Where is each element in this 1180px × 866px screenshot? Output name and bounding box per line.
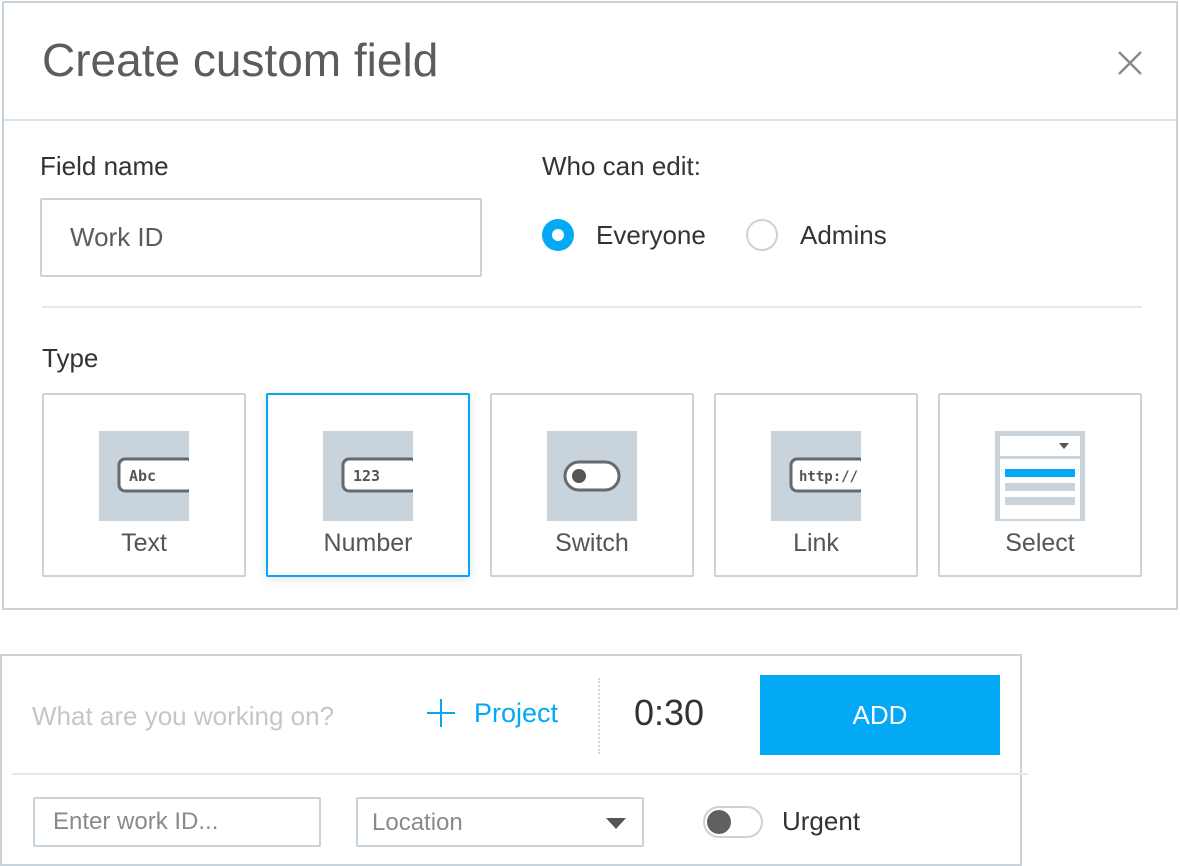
- radio-selected-icon: [542, 219, 574, 251]
- close-icon: [1118, 51, 1142, 75]
- close-button[interactable]: [1112, 45, 1148, 81]
- number-icon-sample: 123: [353, 467, 380, 485]
- plus-icon: [427, 699, 455, 727]
- link-icon-sample: http://: [799, 469, 858, 485]
- type-label: Type: [42, 343, 99, 373]
- section-divider: [42, 306, 1142, 308]
- type-select-label: Select: [1005, 529, 1075, 557]
- number-field-icon: 123: [323, 431, 413, 521]
- type-option-link[interactable]: http:// Link: [714, 393, 918, 577]
- dialog-title: Create custom field: [42, 34, 439, 86]
- work-id-input[interactable]: [33, 797, 321, 847]
- dialog-header: Create custom field: [4, 3, 1176, 121]
- add-button[interactable]: ADD: [760, 675, 1000, 755]
- select-field-icon: [995, 431, 1085, 521]
- switch-field-icon: [547, 431, 637, 521]
- create-custom-field-dialog: Create custom field Field name Who can e…: [2, 1, 1178, 610]
- type-link-label: Link: [793, 529, 839, 557]
- timer-display[interactable]: 0:30: [634, 692, 704, 734]
- location-select-value: Location: [372, 809, 463, 836]
- type-option-text[interactable]: Abc Text: [42, 393, 246, 577]
- urgent-label: Urgent: [782, 806, 861, 836]
- radio-admins-label: Admins: [800, 219, 887, 250]
- description-input[interactable]: [32, 694, 392, 738]
- type-option-switch[interactable]: Switch: [490, 393, 694, 577]
- type-option-number[interactable]: 123 Number: [266, 393, 470, 577]
- radio-admins[interactable]: Admins: [746, 219, 887, 251]
- tracker-divider: [12, 773, 1028, 775]
- toggle-knob: [707, 810, 731, 834]
- text-field-icon: Abc: [99, 431, 189, 521]
- link-field-icon: http://: [771, 431, 861, 521]
- add-project-button[interactable]: Project: [424, 696, 558, 730]
- radio-unselected-icon: [746, 219, 778, 251]
- type-text-label: Text: [121, 529, 167, 557]
- radio-everyone-label: Everyone: [596, 219, 706, 250]
- vertical-divider: [598, 678, 600, 754]
- urgent-toggle[interactable]: [703, 806, 763, 838]
- time-tracker-bar: Project 0:30 ADD Location Urgent: [0, 654, 1028, 866]
- type-number-label: Number: [323, 529, 413, 557]
- radio-everyone[interactable]: Everyone: [542, 219, 706, 251]
- field-name-label: Field name: [40, 151, 169, 181]
- field-name-input[interactable]: [40, 198, 482, 277]
- type-option-select[interactable]: Select: [938, 393, 1142, 577]
- who-can-edit-label: Who can edit:: [542, 151, 701, 181]
- type-switch-label: Switch: [555, 529, 629, 557]
- text-icon-sample: Abc: [129, 467, 156, 485]
- dropdown-arrow-icon: [606, 818, 626, 829]
- location-select[interactable]: Location: [356, 797, 644, 847]
- project-label: Project: [474, 697, 559, 728]
